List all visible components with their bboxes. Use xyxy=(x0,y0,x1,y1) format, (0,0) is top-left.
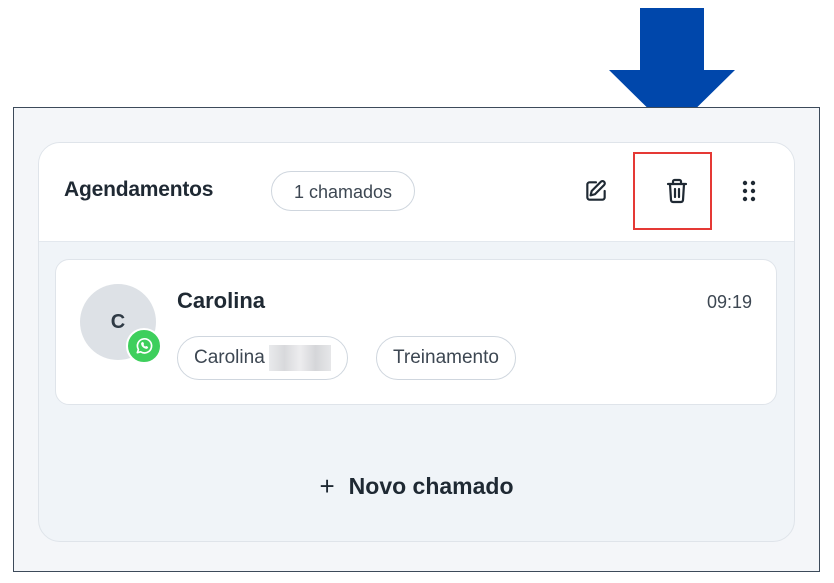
drag-handle-button[interactable] xyxy=(729,171,769,211)
plus-icon: + xyxy=(319,471,335,501)
delete-column-button[interactable] xyxy=(657,171,697,211)
queue-tag[interactable]: Treinamento xyxy=(376,336,516,380)
contact-tag[interactable]: Carolina xyxy=(177,336,348,380)
ticket-card[interactable]: C Carolina 09:19 Carolina Treinamento xyxy=(55,259,777,405)
drag-handle-icon xyxy=(742,180,756,202)
contact-tag-label: Carolina xyxy=(194,347,265,368)
new-ticket-label: Novo chamado xyxy=(348,473,514,499)
kanban-column: Agendamentos 1 chamados C Carolina 09:19… xyxy=(38,142,795,542)
ticket-contact-name: Carolina xyxy=(177,288,266,313)
board-frame: Agendamentos 1 chamados C Carolina 09:19… xyxy=(13,107,820,572)
ticket-time: 09:19 xyxy=(706,292,752,312)
new-ticket-button[interactable]: + Novo chamado xyxy=(39,471,794,502)
ticket-count-badge: 1 chamados xyxy=(271,171,416,211)
edit-icon xyxy=(586,180,606,201)
trash-icon xyxy=(666,178,688,204)
edit-column-button[interactable] xyxy=(576,171,616,211)
column-title: Agendamentos xyxy=(64,178,214,201)
whatsapp-icon xyxy=(126,328,162,364)
column-header: Agendamentos 1 chamados xyxy=(39,143,794,242)
redacted-text xyxy=(268,344,331,371)
screenshot-canvas: Agendamentos 1 chamados C Carolina 09:19… xyxy=(0,0,834,583)
